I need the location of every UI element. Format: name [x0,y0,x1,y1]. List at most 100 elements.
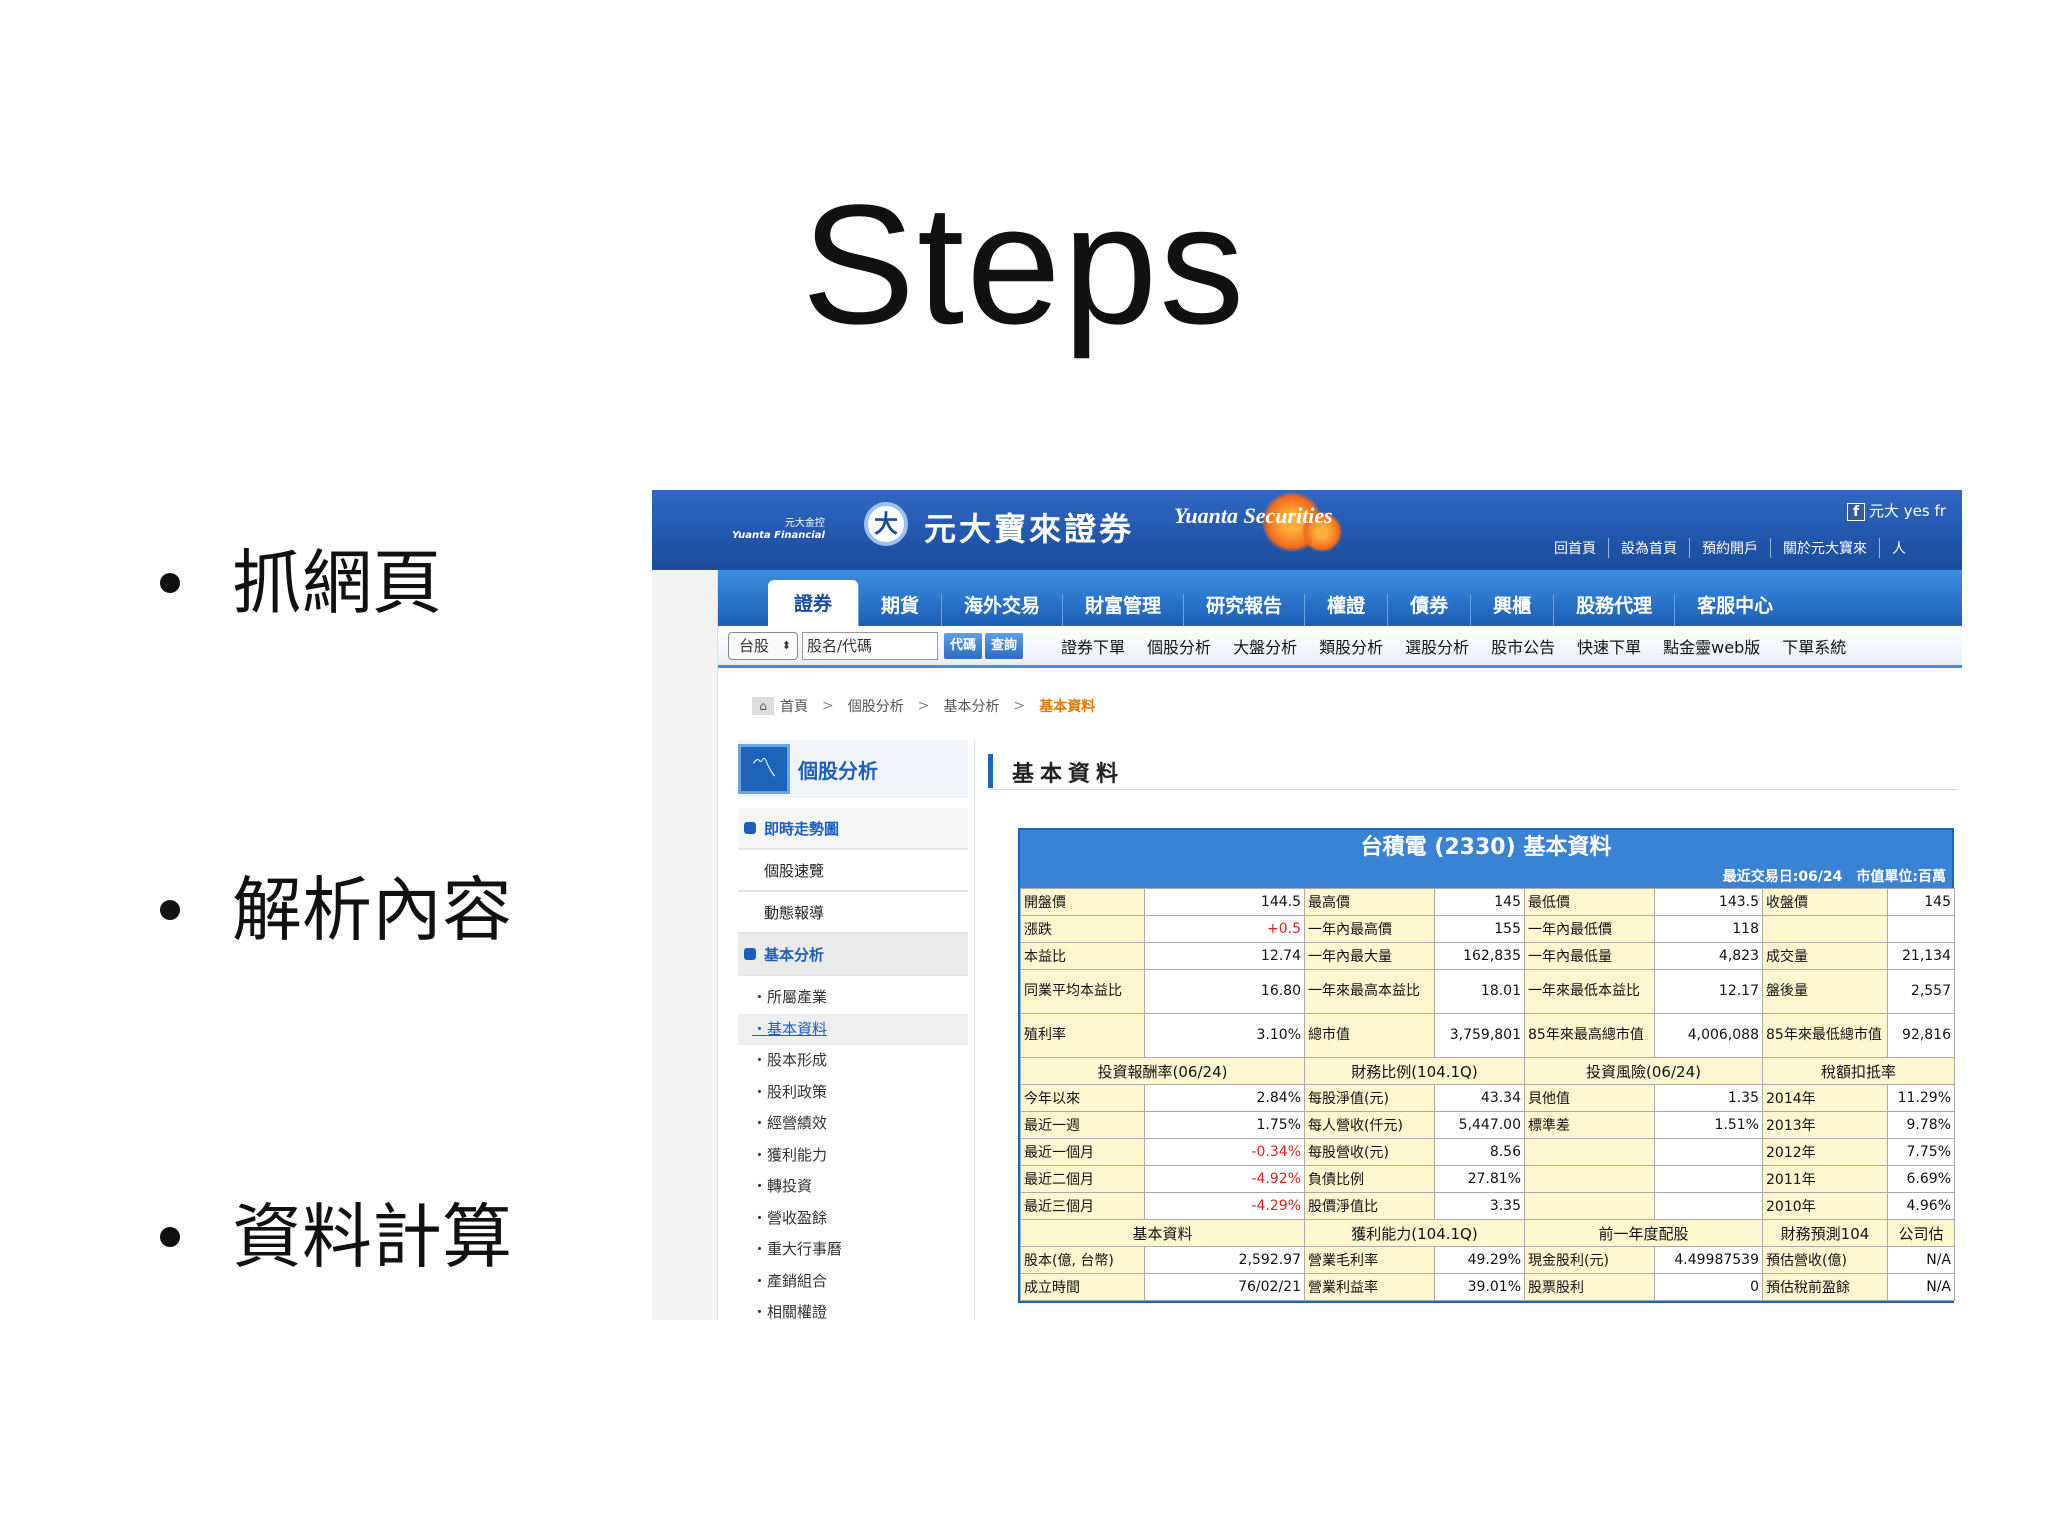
section-title: 基本資料 [1012,762,1125,787]
sidebar: 〽 個股分析 即時走勢圖 個股速覽 動態報導 基本分析 ・所屬產業 ・基本資料 … [738,740,968,1320]
sub-link[interactable]: 快速下單 [1577,634,1641,658]
sub-link[interactable]: 個股分析 [1147,634,1211,658]
query-button[interactable]: 查詢 [985,632,1024,659]
sidebar-sub-item[interactable]: ・獲利能力 [738,1140,968,1172]
table-header-cell: 前一年度配股 [1524,1219,1763,1247]
sidebar-sub-item[interactable]: ・經營績效 [738,1108,968,1140]
table-label-cell: 最近二個月 [1020,1165,1145,1193]
table-row: 漲跌 +0.5 一年內最高價 155 一年內最低價 118 [1020,915,1955,943]
sidebar-sub-item[interactable]: ・產銷組合 [738,1266,968,1298]
breadcrumb-item[interactable]: 基本分析 [943,696,999,716]
sidebar-sub-item[interactable]: ・營收盈餘 [738,1203,968,1235]
table-value-cell: -0.34% [1144,1138,1305,1166]
top-link[interactable]: 預約開戶 [1689,538,1770,558]
brand-name[interactable]: 元大寶來證券 [924,504,1134,550]
table-value-cell: 0 [1654,1273,1763,1301]
sidebar-sub-item[interactable]: ・轉投資 [738,1171,968,1203]
sub-link[interactable]: 類股分析 [1319,634,1383,658]
breadcrumb-current: 基本資料 [1039,699,1096,715]
table-label-cell [1524,1192,1655,1220]
table-value-cell: 39.01% [1434,1273,1525,1301]
table-label-cell: 一年內最低量 [1524,942,1655,970]
sidebar-sub-label: 重大行事曆 [767,1240,843,1258]
bullet-item: 資料計算 [160,1192,512,1282]
sub-links: 證券下單 個股分析 大盤分析 類股分析 選股分析 股市公告 快速下單 點金靈we… [1061,634,1868,658]
table-label-cell: 一年內最大量 [1304,942,1435,970]
home-icon[interactable]: ⌂ [752,697,774,715]
table-value-cell: -4.92% [1144,1165,1305,1193]
table-value-cell: 76/02/21 [1144,1273,1305,1301]
sidebar-sub-item-active[interactable]: ・基本資料 [738,1013,968,1045]
bullet-text: 解析內容 [232,869,512,951]
top-link[interactable]: 人 [1879,538,1918,558]
table-title: 台積電 (2330) 基本資料 [1020,830,1952,866]
nav-tab[interactable]: 權證 [1305,594,1389,626]
nav-tab[interactable]: 研究報告 [1184,594,1306,626]
sub-link[interactable]: 股市公告 [1491,634,1555,658]
brand-logo-icon[interactable]: 大 [864,502,908,546]
sidebar-sub-item[interactable]: ・股本形成 [738,1045,968,1077]
sub-link[interactable]: 點金靈web版 [1663,634,1760,658]
nav-tab[interactable]: 股務代理 [1554,594,1676,626]
facebook-link[interactable]: f 元大 yes fr [1847,500,1946,521]
table-value-cell: 92,816 [1887,1013,1955,1058]
breadcrumb-item[interactable]: 個股分析 [848,696,904,716]
sub-link[interactable]: 選股分析 [1405,634,1469,658]
sidebar-sub-item[interactable]: ・所屬產業 [738,982,968,1014]
table-label-cell: 營業毛利率 [1304,1246,1435,1274]
table-value-cell: N/A [1887,1246,1955,1274]
sidebar-item-realtime-chart[interactable]: 即時走勢圖 [738,808,968,850]
table-value-cell: 12.17 [1654,969,1763,1014]
market-select[interactable]: 台股 ⬍ [728,631,798,660]
sidebar-item-overview[interactable]: 個股速覽 [738,850,968,892]
arrow-box-icon [744,822,756,834]
group-logo: 元大金控 Yuanta Financial [732,518,825,542]
sub-link[interactable]: 大盤分析 [1233,634,1297,658]
breadcrumb-separator: > [822,698,834,714]
nav-tab[interactable]: 客服中心 [1675,594,1795,626]
sidebar-sub-item[interactable]: ・重大行事曆 [738,1234,968,1266]
site-header: 元大金控 Yuanta Financial 大 元大寶來證券 Yuanta Se… [652,490,1962,570]
table-label-cell: 每股淨值(元) [1304,1084,1435,1112]
table-label-cell: 貝他值 [1524,1084,1655,1112]
nav-tab[interactable]: 債券 [1388,594,1472,626]
top-link[interactable]: 設為首頁 [1608,538,1689,558]
nav-tab[interactable]: 海外交易 [942,594,1064,626]
nav-tab[interactable]: 財富管理 [1063,594,1185,626]
table-value-cell: 43.34 [1434,1084,1525,1112]
table-label-cell: 今年以來 [1020,1084,1145,1112]
bullet-dot-icon [160,573,180,593]
table-row: 本益比 12.74 一年內最大量 162,835 一年內最低量 4,823 成交量 21,13… [1020,942,1955,970]
table-label-cell: 最高價 [1304,888,1435,916]
top-link[interactable]: 關於元大寶來 [1770,538,1879,558]
top-link[interactable]: 回首頁 [1542,538,1608,558]
nav-tab[interactable]: 興櫃 [1471,594,1555,626]
table-label-cell: 漲跌 [1020,915,1145,943]
table-label-cell: 標準差 [1524,1111,1655,1139]
table-value-cell: 11.29% [1887,1084,1955,1112]
nav-tab-securities[interactable]: 證券 [768,580,860,626]
table-label-cell: 每股營收(元) [1304,1138,1435,1166]
sidebar-sub-item[interactable]: ・相關權證 [738,1297,968,1320]
breadcrumb-item[interactable]: 首頁 [780,696,808,716]
sidebar-sub-item[interactable]: ・股利政策 [738,1077,968,1109]
table-label-cell: 最近一個月 [1020,1138,1145,1166]
sub-link[interactable]: 下單系統 [1782,634,1846,658]
bullet-text: 抓網頁 [232,542,442,624]
nav-tab[interactable]: 期貨 [859,594,943,626]
bullet-item: 抓網頁 [160,538,442,628]
section-header: 基本資料 [988,752,1958,790]
table-value-cell: 4,823 [1654,942,1763,970]
stock-search-input[interactable]: 股名/代碼 [802,631,938,660]
facebook-icon: f [1847,503,1865,521]
code-button[interactable]: 代碼 [944,632,983,659]
sidebar-sub-label: 經營績效 [767,1114,828,1132]
table-value-cell: 145 [1887,888,1955,916]
group-name-zh: 元大金控 [784,518,825,529]
divider [974,740,975,1320]
sub-link[interactable]: 證券下單 [1061,634,1125,658]
facebook-text: 元大 yes fr [1869,502,1946,520]
sidebar-item-fundamental[interactable]: 基本分析 [738,934,968,976]
table-value-cell: 4,006,088 [1654,1013,1763,1058]
sidebar-item-news[interactable]: 動態報導 [738,892,968,934]
